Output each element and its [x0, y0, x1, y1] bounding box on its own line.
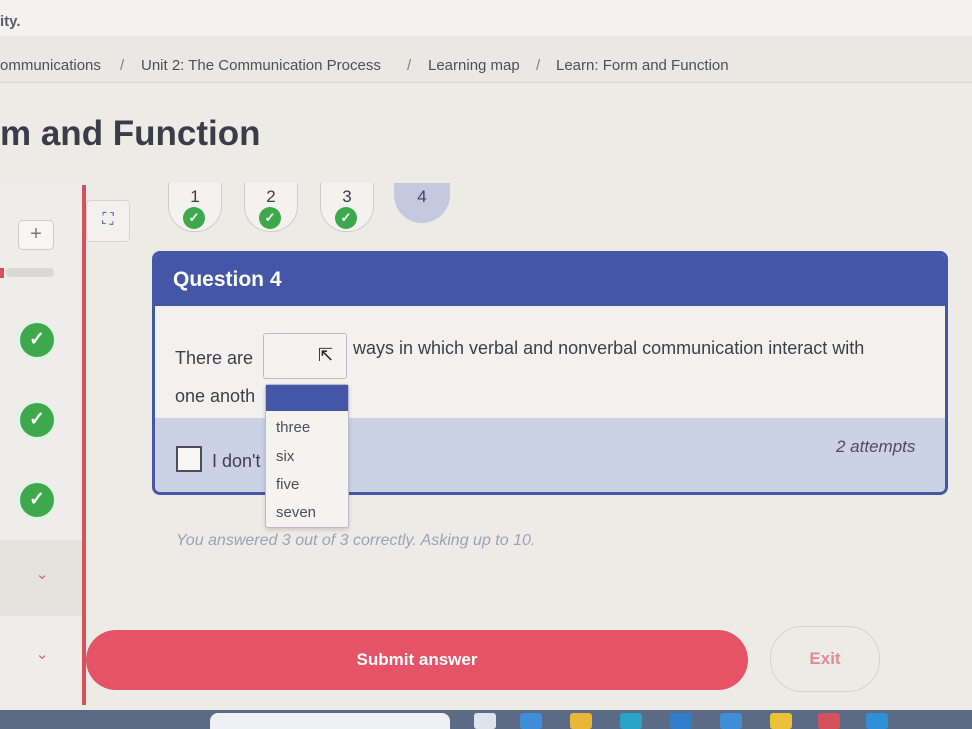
check-icon: ✓ — [183, 207, 205, 229]
check-icon: ✓ — [259, 207, 281, 229]
folder-icon[interactable] — [570, 713, 592, 729]
submit-answer-button[interactable]: Submit answer — [86, 630, 748, 690]
question-tab-3[interactable]: 3 ✓ — [320, 183, 374, 232]
breadcrumb: ommunications / Unit 2: The Communicatio… — [0, 36, 972, 83]
progress-track — [6, 268, 54, 277]
dropdown-option-seven[interactable]: seven — [276, 504, 316, 521]
chevron-down-icon[interactable]: ‹ — [32, 567, 52, 587]
mail-icon[interactable] — [818, 713, 840, 729]
mouse-cursor-icon: ⇱ — [318, 345, 334, 365]
exit-button[interactable]: Exit — [770, 626, 880, 692]
question-tab-2[interactable]: 2 ✓ — [244, 183, 298, 232]
top-bar: ity. — [0, 0, 972, 39]
expand-icon[interactable]: ⛶ — [86, 200, 130, 242]
tab-number: 3 — [342, 187, 352, 206]
tab-number: 1 — [190, 187, 200, 206]
taskbar-app-icon[interactable] — [670, 713, 692, 729]
dropdown-menu: three six five seven — [265, 384, 349, 528]
question-text-after: ways in which verbal and nonverbal commu… — [353, 338, 865, 358]
question-tab-1[interactable]: 1 ✓ — [168, 183, 222, 232]
taskbar-app-icon[interactable] — [866, 713, 888, 729]
answer-dropdown[interactable] — [263, 333, 347, 379]
taskbar-search-box[interactable] — [210, 713, 450, 729]
completed-check-icon: ✓ — [20, 483, 54, 517]
question-header: Question 4 — [155, 254, 945, 306]
browser-icon[interactable] — [620, 713, 642, 729]
breadcrumb-item-course[interactable]: ommunications — [0, 57, 101, 74]
check-icon: ✓ — [335, 207, 357, 229]
idk-label: I don't — [212, 451, 261, 471]
question-text-line2: one anoth — [175, 386, 256, 406]
tab-number: 2 — [266, 187, 276, 206]
dropdown-option-empty[interactable] — [266, 385, 348, 411]
question-text-before: There are — [175, 348, 254, 368]
idk-checkbox[interactable] — [176, 446, 202, 472]
taskbar-app-icon[interactable] — [474, 713, 496, 729]
completed-check-icon: ✓ — [20, 323, 54, 357]
completed-check-icon: ✓ — [20, 403, 54, 437]
page-title: m and Function — [0, 114, 261, 153]
dropdown-option-five[interactable]: five — [276, 476, 299, 493]
breadcrumb-item-learning-map[interactable]: Learning map — [428, 57, 520, 74]
add-icon[interactable]: + — [18, 220, 54, 250]
attempts-counter: 2 attempts — [836, 437, 916, 456]
breadcrumb-separator: / — [536, 57, 541, 74]
tab-number: 4 — [417, 187, 427, 206]
breadcrumb-item-unit[interactable]: Unit 2: The Communication Process — [141, 57, 381, 74]
question-tab-4[interactable]: 4 — [394, 183, 450, 223]
taskbar-app-icon[interactable] — [520, 713, 542, 729]
dropdown-option-three[interactable]: three — [276, 419, 310, 436]
chevron-down-icon[interactable]: ‹ — [32, 647, 52, 667]
progress-marker — [0, 268, 4, 278]
breadcrumb-separator: / — [120, 57, 125, 74]
dropdown-option-six[interactable]: six — [276, 448, 294, 465]
breadcrumb-separator: / — [407, 57, 412, 74]
brand-text: ity. — [0, 13, 21, 30]
status-message: You answered 3 out of 3 correctly. Askin… — [176, 532, 536, 549]
breadcrumb-item-current: Learn: Form and Function — [556, 57, 729, 74]
taskbar-app-icon[interactable] — [720, 713, 742, 729]
taskbar-app-icon[interactable] — [770, 713, 792, 729]
progress-sidebar — [0, 185, 86, 705]
